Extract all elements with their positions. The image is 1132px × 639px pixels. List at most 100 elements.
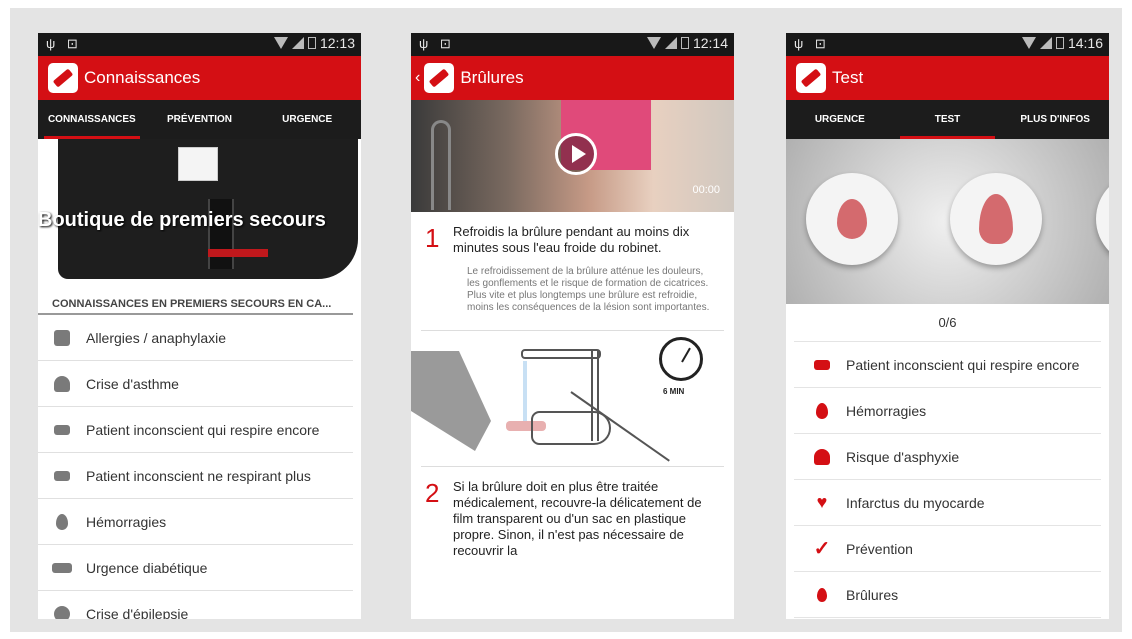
status-notification-icons: ψ ⊡	[46, 36, 82, 51]
app-bar: Test	[786, 56, 1109, 100]
tab-prevention[interactable]: PRÉVENTION	[146, 100, 254, 139]
test-card-hemorragies[interactable]	[806, 173, 898, 265]
app-title: Connaissances	[84, 68, 201, 87]
step-2: 2 Si la brûlure doit en plus être traité…	[411, 467, 734, 559]
list-item-label: Patient inconscient ne respirant plus	[86, 467, 311, 484]
app-title: Test	[832, 68, 864, 87]
signal-icon	[291, 37, 304, 49]
step-text: Refroidis la brûlure pendant au moins di…	[453, 224, 690, 255]
app-logo-icon[interactable]	[424, 63, 455, 93]
list-item-allergies[interactable]: Allergies / anaphylaxie	[38, 315, 353, 361]
list-item-asthme[interactable]: Crise d'asthme	[38, 361, 353, 407]
list-item-inconscient-respire[interactable]: Patient inconscient qui respire encore	[38, 407, 353, 453]
list-item-label: Crise d'épilepsie	[86, 605, 189, 620]
list-item-label: Crise d'asthme	[86, 375, 179, 392]
list-item-label: Patient inconscient qui respire encore	[86, 421, 320, 438]
step-number: 1	[425, 223, 440, 253]
status-notification-icons: ψ ⊡	[419, 36, 455, 51]
clock-label: 6 MIN	[663, 387, 685, 396]
tab-connaissances[interactable]: CONNAISSANCES	[38, 100, 146, 139]
test-card-brulures[interactable]	[950, 173, 1042, 265]
diabetes-icon	[52, 558, 72, 578]
test-carousel[interactable]	[786, 139, 1109, 304]
faucet-icon	[521, 349, 601, 359]
status-notification-icons: ψ ⊡	[794, 36, 830, 51]
list-item-epilepsie[interactable]: Crise d'épilepsie	[38, 591, 353, 619]
status-time: 14:16	[1067, 35, 1103, 51]
asphyxia-icon	[812, 447, 832, 467]
tab-urgence[interactable]: URGENCE	[253, 100, 361, 139]
phone-screen-test: ψ ⊡ 14:16 Test URGENCE TEST PLUS D'INFOS…	[786, 33, 1109, 619]
step-text: Si la brûlure doit en plus être traitée …	[453, 479, 702, 558]
signal-icon	[1039, 37, 1052, 49]
step-1: 1 Refroidis la brûlure pendant au moins …	[411, 212, 734, 256]
flame-icon	[979, 194, 1013, 244]
blood-drop-icon	[837, 199, 867, 239]
unconscious-breathing-icon	[812, 355, 832, 375]
test-score: 0/6	[794, 304, 1101, 342]
test-item-label: Hémorragies	[846, 402, 927, 419]
battery-icon	[1055, 37, 1064, 49]
wifi-icon	[273, 37, 288, 49]
status-bar: ψ ⊡ 14:16	[786, 33, 1109, 56]
epilepsy-icon	[52, 604, 72, 619]
blood-drop-icon	[812, 401, 832, 421]
app-logo-icon[interactable]	[796, 63, 826, 93]
tab-test[interactable]: TEST	[894, 100, 1002, 139]
app-logo-icon[interactable]	[48, 63, 78, 93]
test-item-label: Infarctus du myocarde	[846, 494, 985, 511]
play-icon[interactable]	[555, 133, 597, 175]
cooling-burn-illustration: 6 MIN	[411, 331, 734, 466]
phone-screen-knowledge: ψ ⊡ 12:13 Connaissances CONNAISSANCES PR…	[38, 33, 361, 619]
tab-urgence[interactable]: URGENCE	[786, 100, 894, 139]
test-card-next[interactable]	[1096, 173, 1109, 265]
step-number: 2	[425, 478, 440, 508]
tab-bar: CONNAISSANCES PRÉVENTION URGENCE	[38, 100, 361, 139]
clock-icon	[659, 337, 703, 381]
section-title: CONNAISSANCES EN PREMIERS SECOURS EN CA.…	[38, 282, 353, 315]
heart-icon: ♥	[816, 492, 828, 512]
test-item-label: Risque d'asphyxie	[846, 448, 960, 465]
status-bar: ψ ⊡ 12:14	[411, 33, 734, 56]
app-bar: Connaissances	[38, 56, 361, 100]
battery-icon	[680, 37, 689, 49]
check-icon: ✓	[813, 538, 831, 560]
test-item-inconscient[interactable]: Patient inconscient qui respire encore	[794, 342, 1101, 388]
battery-icon	[307, 37, 316, 49]
shop-banner[interactable]: Boutique de premiers secours	[38, 139, 361, 282]
list-item-diabete[interactable]: Urgence diabétique	[38, 545, 353, 591]
app-bar: ‹ Brûlures	[411, 56, 734, 100]
status-time: 12:13	[319, 35, 355, 51]
list-item-label: Allergies / anaphylaxie	[86, 329, 227, 346]
test-item-label: Patient inconscient qui respire encore	[846, 356, 1080, 373]
unconscious-breathing-icon	[52, 420, 72, 440]
tab-bar: URGENCE TEST PLUS D'INFOS	[786, 100, 1109, 139]
list-item-inconscient-ne-respire[interactable]: Patient inconscient ne respirant plus	[38, 453, 353, 499]
test-item-hemorragies[interactable]: Hémorragies	[794, 388, 1101, 434]
step-description: Le refroidissement de la brûlure atténue…	[467, 266, 710, 313]
list-item-label: Hémorragies	[86, 513, 167, 530]
test-item-label: Prévention	[846, 540, 913, 557]
unconscious-not-breathing-icon	[52, 466, 72, 486]
signal-icon	[664, 37, 677, 49]
video-player[interactable]: 00:00	[411, 100, 734, 212]
blood-drop-icon	[52, 512, 72, 532]
allergy-icon	[52, 328, 72, 348]
flame-icon	[812, 585, 832, 605]
wifi-icon	[1021, 37, 1036, 49]
list-item-hemorragies[interactable]: Hémorragies	[38, 499, 353, 545]
asthma-icon	[52, 374, 72, 394]
test-item-brulures[interactable]: Brûlures	[794, 572, 1101, 618]
wifi-icon	[646, 37, 661, 49]
app-title: Brûlures	[460, 68, 524, 87]
back-arrow-icon[interactable]: ‹	[415, 69, 420, 87]
test-item-infarctus[interactable]: ♥ Infarctus du myocarde	[794, 480, 1101, 526]
banner-title: Boutique de premiers secours	[38, 209, 326, 231]
test-item-prevention[interactable]: ✓ Prévention	[794, 526, 1101, 572]
test-item-label: Brûlures	[846, 586, 899, 603]
list-item-label: Urgence diabétique	[86, 559, 208, 576]
status-time: 12:14	[692, 35, 728, 51]
test-item-asphyxie[interactable]: Risque d'asphyxie	[794, 434, 1101, 480]
tab-plus-dinfos[interactable]: PLUS D'INFOS	[1001, 100, 1109, 139]
phone-screen-burns: ψ ⊡ 12:14 ‹ Brûlures 00:00 1 Refroidis l…	[411, 33, 734, 619]
